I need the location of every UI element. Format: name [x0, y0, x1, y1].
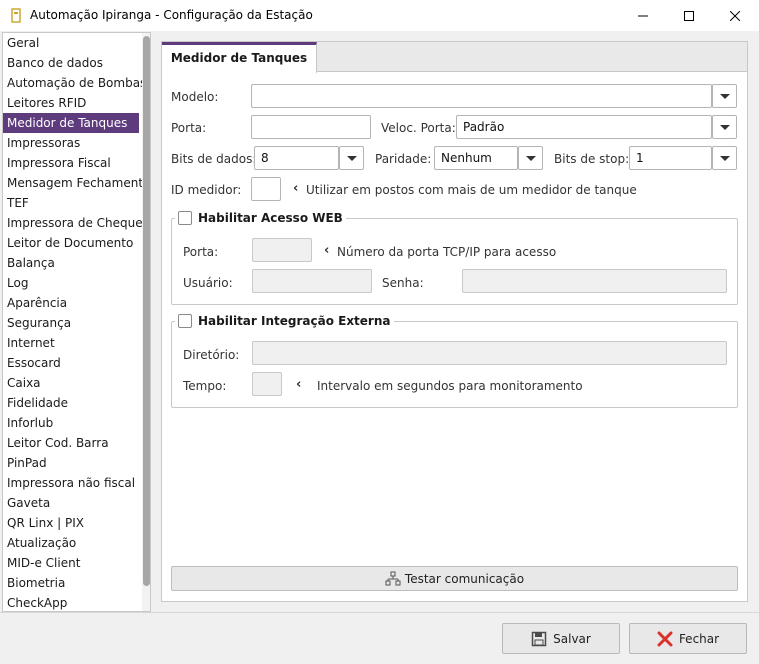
- sidebar-item-inforlub[interactable]: Inforlub: [3, 413, 139, 433]
- sidebar-item-mid-e-client[interactable]: MID-e Client: [3, 553, 139, 573]
- sidebar-item-caixa[interactable]: Caixa: [3, 373, 139, 393]
- sidebar-scrollbar[interactable]: [142, 33, 150, 611]
- paridade-dropdown-button[interactable]: [518, 146, 543, 170]
- chevron-down-icon: [346, 155, 357, 161]
- usuario-input[interactable]: [252, 269, 372, 293]
- network-icon: [385, 571, 401, 585]
- bits-stop-dropdown-button[interactable]: [712, 146, 737, 170]
- usuario-label: Usuário:: [183, 276, 233, 290]
- porta-input[interactable]: [251, 115, 371, 139]
- integration-checkbox[interactable]: [178, 314, 192, 328]
- footer: Salvar Fechar: [0, 612, 759, 664]
- sidebar-item-internet[interactable]: Internet: [3, 333, 139, 353]
- sidebar-item-automacao-de-bombas[interactable]: Automação de Bombas: [3, 73, 146, 93]
- sidebar-item-geral[interactable]: Geral: [3, 33, 139, 53]
- sidebar-item-qr-linx-pix[interactable]: QR Linx | PIX: [3, 513, 139, 533]
- close-button[interactable]: Fechar: [629, 623, 747, 654]
- save-button[interactable]: Salvar: [502, 623, 620, 654]
- config-panel: Medidor de Tanques Modelo: Porta: Veloc.…: [161, 41, 748, 602]
- close-x-icon: [657, 631, 673, 646]
- tempo-hint: Intervalo em segundos para monitoramento: [317, 379, 583, 393]
- bits-dados-select[interactable]: 8: [254, 146, 339, 170]
- veloc-porta-label: Veloc. Porta:: [381, 121, 456, 135]
- sidebar-item-impressora-fiscal[interactable]: Impressora Fiscal: [3, 153, 139, 173]
- chevron-down-icon: [719, 155, 730, 161]
- sidebar-item-leitores-rfid[interactable]: Leitores RFID: [3, 93, 139, 113]
- veloc-porta-select[interactable]: Padrão: [456, 115, 712, 139]
- close-icon: [730, 10, 740, 21]
- minimize-button[interactable]: [620, 0, 666, 31]
- paridade-select[interactable]: Nenhum: [434, 146, 518, 170]
- id-medidor-input[interactable]: [251, 177, 281, 201]
- sidebar-item-checkapp[interactable]: CheckApp: [3, 593, 139, 611]
- sidebar-item-gaveta[interactable]: Gaveta: [3, 493, 139, 513]
- window-title: Automação Ipiranga - Configuração da Est…: [30, 8, 313, 22]
- sidebar-item-log[interactable]: Log: [3, 273, 139, 293]
- sidebar-item-leitor-cod-barra[interactable]: Leitor Cod. Barra: [3, 433, 139, 453]
- chevron-left-icon: ‹: [293, 181, 299, 196]
- close-label: Fechar: [678, 631, 720, 646]
- sidebar-item-atualizacao[interactable]: Atualização: [3, 533, 139, 553]
- maximize-icon: [684, 10, 694, 21]
- porta-label: Porta:: [171, 121, 207, 135]
- sidebar-item-impressoras[interactable]: Impressoras: [3, 133, 139, 153]
- web-porta-input[interactable]: [252, 238, 312, 262]
- senha-input[interactable]: [462, 269, 727, 293]
- chevron-left-icon: ‹: [296, 377, 302, 392]
- paridade-label: Paridade:: [375, 152, 432, 166]
- sidebar-item-essocard[interactable]: Essocard: [3, 353, 139, 373]
- bits-dados-label: Bits de dados:: [171, 152, 257, 166]
- tempo-input[interactable]: [252, 372, 282, 396]
- sidebar-item-aparencia[interactable]: Aparência: [3, 293, 139, 313]
- maximize-button[interactable]: [666, 0, 712, 31]
- modelo-dropdown-button[interactable]: [712, 84, 737, 108]
- test-communication-label: Testar comunicação: [404, 571, 525, 586]
- chevron-left-icon: ‹: [324, 243, 330, 258]
- sidebar: Geral Banco de dados Automação de Bombas Le…: [2, 32, 151, 612]
- web-porta-hint: Número da porta TCP/IP para acesso: [337, 245, 557, 259]
- app-icon: [10, 8, 22, 23]
- floppy-disk-icon: [531, 631, 547, 646]
- sidebar-item-biometria[interactable]: Biometria: [3, 573, 139, 593]
- veloc-porta-dropdown-button[interactable]: [712, 115, 737, 139]
- close-window-button[interactable]: [712, 0, 758, 31]
- modelo-label: Modelo:: [171, 90, 219, 104]
- diretorio-input[interactable]: [252, 341, 727, 365]
- web-access-title: Habilitar Acesso WEB: [198, 211, 343, 225]
- integration-title: Habilitar Integração Externa: [198, 314, 391, 328]
- sidebar-item-mensagem-fechamento[interactable]: Mensagem Fechamento: [3, 173, 150, 193]
- sidebar-item-medidor-de-tanques[interactable]: Medidor de Tanques: [3, 113, 139, 133]
- tempo-label: Tempo:: [183, 379, 227, 393]
- diretorio-label: Diretório:: [183, 348, 240, 362]
- web-porta-label: Porta:: [183, 245, 219, 259]
- sidebar-item-seguranca[interactable]: Segurança: [3, 313, 139, 333]
- sidebar-item-fidelidade[interactable]: Fidelidade: [3, 393, 139, 413]
- integration-header: Habilitar Integração Externa: [175, 313, 394, 329]
- sidebar-item-tef[interactable]: TEF: [3, 193, 139, 213]
- id-medidor-label: ID medidor:: [171, 183, 242, 197]
- web-access-header: Habilitar Acesso WEB: [175, 210, 346, 226]
- bits-stop-select[interactable]: 1: [629, 146, 712, 170]
- sidebar-item-impressora-nao-fiscal[interactable]: Impressora não fiscal: [3, 473, 139, 493]
- sidebar-item-leitor-de-documento[interactable]: Leitor de Documento: [3, 233, 139, 253]
- minimize-icon: [638, 15, 648, 16]
- chevron-down-icon: [719, 93, 730, 99]
- tab-medidor-tanques[interactable]: Medidor de Tanques: [162, 42, 317, 73]
- id-medidor-hint: Utilizar em postos com mais de um medido…: [306, 183, 637, 197]
- title-bar: Automação Ipiranga - Configuração da Est…: [0, 0, 759, 31]
- sidebar-item-pinpad[interactable]: PinPad: [3, 453, 139, 473]
- sidebar-scroll-thumb[interactable]: [143, 36, 150, 586]
- sidebar-item-balanca[interactable]: Balança: [3, 253, 139, 273]
- senha-label: Senha:: [382, 276, 424, 290]
- save-label: Salvar: [553, 631, 591, 646]
- sidebar-item-impressora-de-cheque[interactable]: Impressora de Cheque: [3, 213, 143, 233]
- chevron-down-icon: [719, 124, 730, 130]
- bits-stop-label: Bits de stop:: [554, 152, 630, 166]
- web-access-checkbox[interactable]: [178, 211, 192, 225]
- modelo-select[interactable]: [251, 84, 712, 108]
- bits-dados-dropdown-button[interactable]: [339, 146, 364, 170]
- sidebar-item-banco-de-dados[interactable]: Banco de dados: [3, 53, 139, 73]
- chevron-down-icon: [525, 155, 536, 161]
- test-communication-button[interactable]: Testar comunicação: [171, 566, 738, 591]
